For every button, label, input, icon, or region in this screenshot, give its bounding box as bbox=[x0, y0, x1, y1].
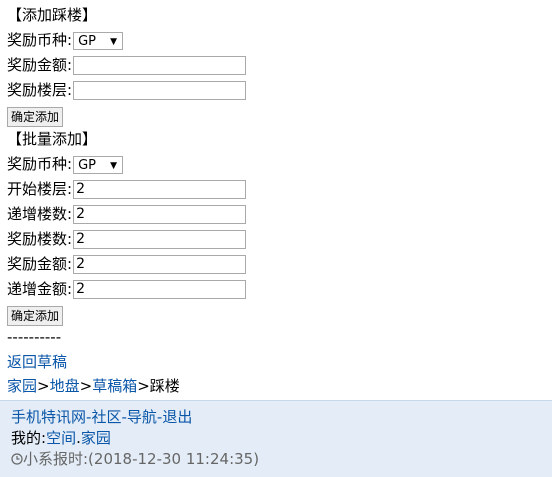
start-floor-label: 开始楼层: bbox=[7, 180, 73, 198]
currency-select-value: GP bbox=[78, 157, 96, 173]
increment-amount-label: 递增金额: bbox=[7, 280, 73, 298]
row-increment-floors: 递增楼数: 2 bbox=[7, 202, 552, 227]
breadcrumb-separator: > bbox=[79, 377, 93, 395]
footer-mine-label: 我的: bbox=[11, 429, 47, 447]
chevron-down-icon: ▼ bbox=[110, 36, 118, 47]
back-to-drafts-link[interactable]: 返回草稿 bbox=[7, 353, 67, 371]
submit-button-single[interactable]: 确定添加 bbox=[7, 106, 64, 127]
page: 【添加踩楼】 奖励币种: GP ▼ 奖励金额: 奖励楼层: 确定添加 【批量添加】 … bbox=[0, 0, 552, 477]
currency-select-value: GP bbox=[78, 33, 96, 49]
breadcrumb-current: 踩楼 bbox=[149, 377, 180, 395]
amount-input-single[interactable] bbox=[73, 56, 247, 75]
row-submit-batch: 确定添加 bbox=[7, 302, 552, 326]
row-back: 返回草稿 bbox=[7, 350, 552, 374]
divider: ---------- bbox=[7, 328, 62, 346]
floor-label: 奖励楼层: bbox=[7, 81, 73, 99]
row-currency-batch: 奖励币种: GP ▼ bbox=[7, 152, 552, 177]
breadcrumb-separator: > bbox=[37, 377, 50, 395]
row-reward-floors: 奖励楼数: 2 bbox=[7, 227, 552, 252]
breadcrumb-area-link[interactable]: 地盘 bbox=[50, 377, 80, 395]
amount-label: 奖励金额: bbox=[7, 255, 73, 273]
breadcrumb-drafts-link[interactable]: 草稿箱 bbox=[92, 377, 137, 395]
footer-home-link[interactable]: 家园 bbox=[81, 429, 111, 447]
row-increment-amount: 递增金额: 2 bbox=[7, 277, 552, 302]
breadcrumb-separator: > bbox=[137, 377, 150, 395]
main-content: 【添加踩楼】 奖励币种: GP ▼ 奖励金额: 奖励楼层: 确定添加 【批量添加】 … bbox=[0, 0, 552, 398]
footer: 手机特讯网-社区-导航-退出 我的:空间.家园 小系报时:(2018-12-30… bbox=[0, 400, 552, 477]
footer-logout-link[interactable]: 退出 bbox=[162, 408, 192, 426]
clock-icon bbox=[11, 450, 23, 465]
currency-label: 奖励币种: bbox=[7, 155, 73, 173]
start-floor-input[interactable]: 2 bbox=[73, 180, 247, 199]
reward-floors-input[interactable]: 2 bbox=[73, 230, 247, 249]
increment-floors-label: 递增楼数: bbox=[7, 205, 73, 223]
breadcrumb-home-link[interactable]: 家园 bbox=[7, 377, 37, 395]
amount-input-batch[interactable]: 2 bbox=[73, 255, 247, 274]
footer-site-link[interactable]: 手机特讯网 bbox=[11, 408, 86, 426]
increment-floors-input[interactable]: 2 bbox=[73, 205, 247, 224]
breadcrumb: 家园>地盘>草稿箱>踩楼 bbox=[7, 374, 552, 398]
currency-select-single[interactable]: GP ▼ bbox=[73, 31, 124, 50]
row-submit-single: 确定添加 bbox=[7, 103, 552, 127]
section-heading-add-batch: 【批量添加】 bbox=[7, 130, 98, 148]
footer-space-link[interactable]: 空间 bbox=[46, 429, 76, 447]
footer-community-link[interactable]: 社区 bbox=[91, 408, 121, 426]
currency-label: 奖励币种: bbox=[7, 31, 73, 49]
footer-nav: 手机特讯网-社区-导航-退出 bbox=[11, 407, 552, 428]
floor-input-single[interactable] bbox=[73, 81, 247, 100]
footer-time: 小系报时:(2018-12-30 11:24:35) bbox=[11, 449, 552, 470]
section-heading-add-single: 【添加踩楼】 bbox=[7, 6, 98, 24]
submit-button-batch[interactable]: 确定添加 bbox=[7, 305, 64, 326]
row-currency-single: 奖励币种: GP ▼ bbox=[7, 28, 552, 53]
footer-mine: 我的:空间.家园 bbox=[11, 428, 552, 449]
chevron-down-icon: ▼ bbox=[110, 160, 118, 171]
amount-label: 奖励金额: bbox=[7, 56, 73, 74]
currency-select-batch[interactable]: GP ▼ bbox=[73, 155, 124, 174]
footer-navigation-link[interactable]: 导航 bbox=[127, 408, 157, 426]
row-start-floor: 开始楼层: 2 bbox=[7, 177, 552, 202]
row-floor-single: 奖励楼层: bbox=[7, 78, 552, 103]
row-amount-single: 奖励金额: bbox=[7, 53, 552, 78]
row-amount-batch: 奖励金额: 2 bbox=[7, 252, 552, 277]
increment-amount-input[interactable]: 2 bbox=[73, 280, 247, 299]
footer-time-text: 小系报时:(2018-12-30 11:24:35) bbox=[23, 450, 260, 468]
reward-floors-label: 奖励楼数: bbox=[7, 230, 73, 248]
